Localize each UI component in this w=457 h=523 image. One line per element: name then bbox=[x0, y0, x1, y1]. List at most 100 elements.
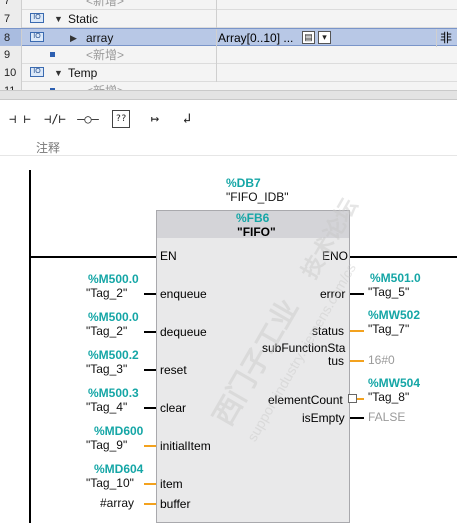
table-row[interactable]: 9 <新增> bbox=[0, 46, 457, 64]
collapse-triangle-icon[interactable]: ▼ bbox=[54, 10, 63, 28]
empty-box-button[interactable]: ?? bbox=[112, 110, 130, 128]
column-divider bbox=[216, 46, 217, 64]
input-wire bbox=[144, 445, 156, 447]
output-wire bbox=[350, 417, 364, 419]
operand-tag[interactable]: "Tag_2" bbox=[86, 324, 127, 338]
row-number: 8 bbox=[0, 29, 22, 47]
collapse-triangle-icon[interactable]: ▼ bbox=[54, 64, 63, 82]
add-new-placeholder[interactable]: <新增> bbox=[86, 0, 124, 10]
input-wire bbox=[144, 369, 156, 371]
data-type-field[interactable]: Array[0..10] ... bbox=[218, 29, 293, 47]
interface-table: 7 <新增> 7 IO ▼ Static 8 IO ▶ array Array[… bbox=[0, 0, 457, 90]
pin-status: status bbox=[312, 324, 345, 338]
pin-clear: clear bbox=[160, 401, 187, 415]
eno-wire bbox=[350, 256, 457, 258]
pin-subfunctionstatus-line2: tus bbox=[328, 354, 345, 368]
input-wire bbox=[144, 293, 156, 295]
operand-address[interactable]: %M500.2 bbox=[88, 348, 139, 362]
input-wire bbox=[144, 407, 156, 409]
operand-tag[interactable]: "Tag_2" bbox=[86, 286, 127, 300]
type-list-button[interactable]: ▤ bbox=[302, 31, 315, 44]
output-coil-button[interactable]: –○– bbox=[74, 108, 102, 130]
column-divider bbox=[216, 29, 217, 47]
network-comment[interactable]: 注释 bbox=[36, 139, 60, 156]
input-wire bbox=[144, 503, 156, 505]
network-separator bbox=[0, 155, 457, 156]
column-divider bbox=[216, 0, 217, 10]
instance-db-address[interactable]: %DB7 bbox=[226, 176, 261, 190]
table-row[interactable]: 7 <新增> bbox=[0, 0, 457, 10]
interface-io-icon: IO bbox=[30, 32, 44, 42]
output-wire bbox=[350, 330, 364, 332]
interface-io-icon: IO bbox=[30, 67, 44, 77]
pin-buffer: buffer bbox=[160, 497, 191, 511]
retain-cell[interactable]: 非 bbox=[440, 29, 452, 47]
operand-tag[interactable]: "Tag_3" bbox=[86, 362, 127, 376]
operand-address[interactable]: %M500.0 bbox=[88, 310, 139, 324]
en-wire bbox=[30, 256, 156, 258]
column-divider bbox=[216, 64, 217, 82]
add-new-placeholder[interactable]: <新增> bbox=[86, 82, 124, 90]
pin-enqueue: enqueue bbox=[160, 287, 207, 301]
table-row-selected[interactable]: 8 IO ▶ array Array[0..10] ... ▤ ▾ 非 bbox=[0, 28, 457, 47]
row-number: 10 bbox=[0, 64, 22, 82]
operand-tag[interactable]: "Tag_10" bbox=[86, 476, 134, 490]
operand-tag[interactable]: "Tag_5" bbox=[368, 285, 409, 299]
table-row[interactable]: 7 IO ▼ Static bbox=[0, 10, 457, 28]
instance-db-name[interactable]: "FIFO_IDB" bbox=[226, 190, 289, 204]
column-divider bbox=[216, 10, 217, 28]
table-row[interactable]: 11 <新增> bbox=[0, 82, 457, 90]
section-name[interactable]: Static bbox=[68, 10, 98, 28]
input-wire bbox=[144, 483, 156, 485]
negation-icon[interactable] bbox=[348, 394, 357, 403]
operand-address[interactable]: %MD604 bbox=[94, 462, 143, 476]
operand-tag[interactable]: #array bbox=[100, 496, 134, 510]
operand-address[interactable]: %MW504 bbox=[368, 376, 420, 390]
operand-default-value[interactable]: FALSE bbox=[368, 410, 405, 424]
pin-subfunctionstatus-line1: subFunctionSta bbox=[262, 341, 346, 355]
operand-default-value[interactable]: 16#0 bbox=[368, 353, 395, 367]
expand-triangle-icon[interactable]: ▶ bbox=[70, 29, 77, 47]
add-new-placeholder[interactable]: <新增> bbox=[86, 46, 124, 64]
pin-element-count: elementCount bbox=[268, 393, 343, 407]
operand-tag[interactable]: "Tag_4" bbox=[86, 400, 127, 414]
power-rail bbox=[29, 170, 31, 523]
operand-tag[interactable]: "Tag_9" bbox=[86, 438, 127, 452]
instruction-toolbar: ⊣ ⊢ ⊣/⊢ –○– ?? ↦ ↲ bbox=[0, 100, 457, 138]
operand-tag[interactable]: "Tag_8" bbox=[368, 390, 409, 404]
panel-splitter[interactable] bbox=[0, 90, 457, 100]
input-wire bbox=[144, 331, 156, 333]
pin-error: error bbox=[320, 287, 346, 301]
column-divider bbox=[436, 29, 437, 47]
pin-is-empty: isEmpty bbox=[302, 411, 345, 425]
pin-eno: ENO bbox=[322, 249, 349, 263]
operand-address[interactable]: %MW502 bbox=[368, 308, 420, 322]
output-wire bbox=[357, 398, 364, 400]
operand-address[interactable]: %MD600 bbox=[94, 424, 143, 438]
operand-address[interactable]: %M501.0 bbox=[370, 271, 421, 285]
table-row[interactable]: 10 IO ▼ Temp bbox=[0, 64, 457, 82]
operand-address[interactable]: %M500.3 bbox=[88, 386, 139, 400]
pin-dequeue: dequeue bbox=[160, 325, 207, 339]
row-number: 9 bbox=[0, 46, 22, 64]
open-branch-button[interactable]: ↦ bbox=[144, 108, 166, 130]
type-dropdown-button[interactable]: ▾ bbox=[318, 31, 331, 44]
operand-address[interactable]: %M500.0 bbox=[88, 272, 139, 286]
row-number: 7 bbox=[0, 0, 22, 10]
variable-name[interactable]: array bbox=[86, 29, 113, 47]
section-name[interactable]: Temp bbox=[68, 64, 97, 82]
close-branch-button[interactable]: ↲ bbox=[176, 108, 198, 130]
output-wire bbox=[350, 360, 364, 362]
operand-tag[interactable]: "Tag_7" bbox=[368, 322, 409, 336]
pin-en: EN bbox=[160, 249, 177, 263]
row-number: 7 bbox=[0, 10, 22, 28]
fb-name: "FIFO" bbox=[237, 225, 276, 239]
fb-number: %FB6 bbox=[236, 211, 270, 225]
pin-item: item bbox=[160, 477, 183, 491]
bullet-icon bbox=[50, 52, 55, 57]
interface-io-icon: IO bbox=[30, 13, 44, 23]
normally-closed-contact-button[interactable]: ⊣/⊢ bbox=[40, 108, 70, 130]
pin-initial-item: initialItem bbox=[160, 439, 211, 453]
normally-open-contact-button[interactable]: ⊣ ⊢ bbox=[6, 108, 34, 130]
output-wire bbox=[350, 293, 364, 295]
